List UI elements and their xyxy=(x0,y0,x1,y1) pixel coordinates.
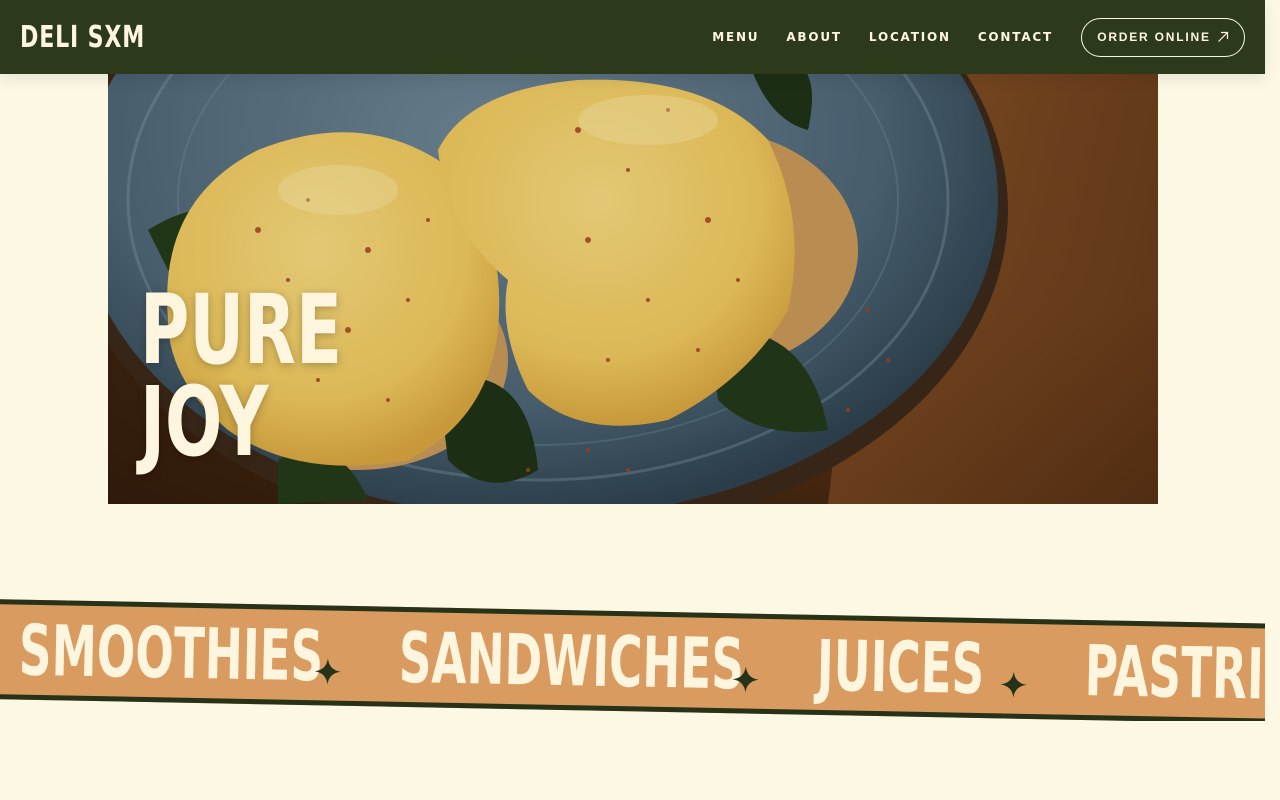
hero-image: PURE JOY xyxy=(108,0,1158,504)
four-point-star-icon xyxy=(1000,671,1027,698)
main-nav: MENU ABOUT LOCATION CONTACT ORDER ONLINE xyxy=(712,17,1245,57)
arrow-up-right-icon xyxy=(1217,31,1228,42)
nav-link-contact[interactable]: CONTACT xyxy=(978,30,1053,44)
marquee-item-pastries: PASTRIES xyxy=(1084,630,1265,717)
site-header: DELI SXM MENU ABOUT LOCATION CONTACT ORD… xyxy=(0,0,1265,74)
order-online-button[interactable]: ORDER ONLINE xyxy=(1081,17,1245,57)
page: DELI SXM MENU ABOUT LOCATION CONTACT ORD… xyxy=(0,0,1280,800)
nav-link-about[interactable]: ABOUT xyxy=(786,30,842,44)
marquee-item-sandwiches: SANDWICHES xyxy=(398,616,745,706)
marquee-item-juices: JUICES xyxy=(816,624,986,711)
category-marquee: SMOOTHIES SANDWICHES JUICES PASTRIES xyxy=(0,589,1265,721)
hero-title-line-1: PURE xyxy=(140,274,342,386)
brand-logo[interactable]: DELI SXM xyxy=(20,20,145,55)
marquee-item-smoothies: SMOOTHIES xyxy=(18,609,325,698)
nav-link-menu[interactable]: MENU xyxy=(712,30,759,44)
marquee-band: SMOOTHIES SANDWICHES JUICES PASTRIES xyxy=(0,599,1265,721)
four-point-star-icon xyxy=(732,666,759,693)
four-point-star-icon xyxy=(314,658,341,685)
order-online-label: ORDER ONLINE xyxy=(1097,30,1211,44)
nav-link-location[interactable]: LOCATION xyxy=(869,30,951,44)
hero-title-line-2: JOY xyxy=(140,366,269,478)
hero-title: PURE JOY xyxy=(140,274,342,478)
